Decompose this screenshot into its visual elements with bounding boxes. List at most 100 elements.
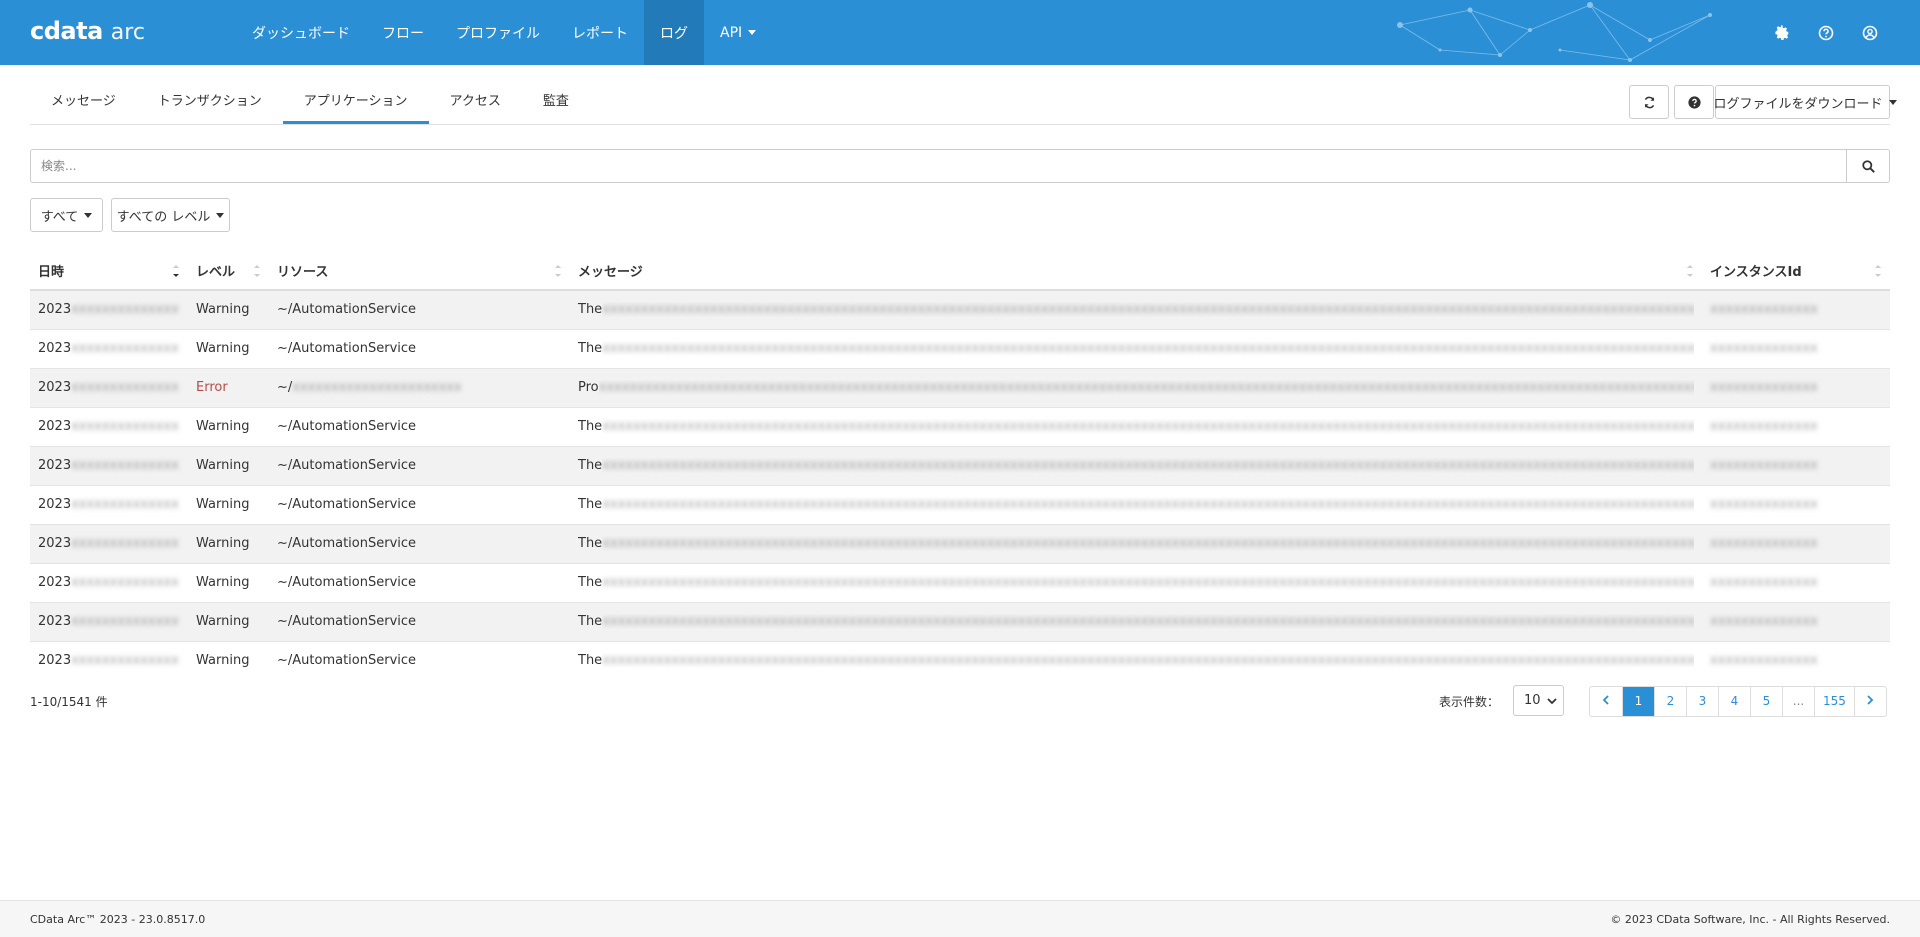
table-row[interactable]: 2023xxxxxxxxxxxxxx Warning ~/AutomationSer… [30, 523, 1890, 563]
column-header-label: 日時 [38, 265, 65, 280]
nav-label: ログ [660, 25, 688, 42]
column-header-message[interactable]: メッセージ [570, 252, 1702, 291]
date-text: 2023 [38, 380, 72, 395]
level-text: Warning [196, 653, 250, 669]
nav-item-dashboard[interactable]: ダッシュボード [236, 0, 366, 65]
message-text: The [578, 341, 603, 356]
table-row[interactable]: 2023xxxxxxxxxxxxxx Warning ~/AutomationSer… [30, 562, 1890, 602]
search-button[interactable] [1846, 150, 1889, 182]
footer-version: CData Arc™ 2023 - 23.0.8517.0 [30, 913, 206, 926]
tab-audit[interactable]: 監査 [522, 86, 590, 124]
help-icon[interactable] [1816, 23, 1836, 43]
redacted-text: xxxxxxxxxxxxxx [71, 302, 179, 318]
level-filter-dropdown[interactable]: すべての レベル [111, 198, 230, 232]
pagination: 1 2 3 4 5... 155 [1589, 686, 1887, 717]
date-text: 2023 [38, 575, 72, 590]
scope-filter-dropdown[interactable]: すべて [30, 198, 103, 232]
date-text: 2023 [38, 341, 72, 356]
refresh-icon [1644, 96, 1654, 108]
cell-resource: ~/AutomationService [269, 289, 570, 329]
nav-item-profile[interactable]: プロファイル [440, 0, 556, 65]
redacted-text: xxxxxxxxxxxxxx [1710, 380, 1818, 395]
column-header-label: リソース [277, 265, 329, 280]
user-icon[interactable] [1860, 23, 1880, 43]
tab-messages[interactable]: メッセージ [30, 86, 137, 124]
date-text: 2023 [38, 302, 72, 318]
redacted-text: xxxxxxxxxxxxxxxxxxxxxxxxxxxxxxxxxxxxxxxx… [602, 497, 1694, 512]
cell-message: The xxxxxxxxxxxxxxxxxxxxxxxxxxxxxxxxxxxxx… [570, 328, 1702, 368]
resource-text: ~/AutomationService [277, 497, 417, 512]
prev-page-button[interactable] [1590, 687, 1622, 716]
table-row[interactable]: 2023xxxxxxxxxxxxxx Warning ~/AutomationSer… [30, 406, 1890, 446]
cell-instance: xxxxxxxxxxxxxx [1702, 484, 1890, 524]
sort-icon [1875, 265, 1881, 277]
cell-message: The xxxxxxxxxxxxxxxxxxxxxxxxxxxxxxxxxxxxx… [570, 289, 1702, 329]
level-text: Warning [196, 614, 250, 629]
result-count: 1-10/1541 件 [30, 695, 108, 709]
table-body: 2023xxxxxxxxxxxxxx Warning ~/AutomationSer… [30, 289, 1890, 680]
refresh-button[interactable] [1629, 85, 1669, 119]
resource-text: ~/AutomationService [277, 614, 417, 629]
resource-text: ~/AutomationService [277, 653, 417, 669]
table-row[interactable]: 2023xxxxxxxxxxxxxx Warning ~/AutomationSer… [30, 640, 1890, 680]
page-button[interactable]: 155 [1814, 687, 1854, 716]
chevron-left-icon [1602, 695, 1609, 705]
redacted-text: xxxxxxxxxxxxxx [1710, 536, 1818, 551]
table-row[interactable]: 2023xxxxxxxxxxxxxx Warning ~/AutomationSer… [30, 601, 1890, 641]
tab-transactions[interactable]: トランザクション [137, 86, 283, 124]
nav-label: フロー [382, 25, 424, 42]
column-header-resource[interactable]: リソース [269, 252, 570, 291]
page-button[interactable]: 4 [1718, 687, 1750, 716]
table-row[interactable]: 2023xxxxxxxxxxxxxx Warning ~/AutomationSer… [30, 328, 1890, 368]
cell-date: 2023xxxxxxxxxxxxxx [30, 640, 188, 680]
table-row[interactable]: 2023xxxxxxxxxxxxxx Warning ~/AutomationSer… [30, 289, 1890, 329]
chevron-right-icon [1867, 695, 1874, 705]
download-logfile-button[interactable]: ログファイルをダウンロード [1714, 85, 1897, 119]
column-header-date[interactable]: 日時 [30, 252, 188, 291]
cell-date: 2023xxxxxxxxxxxxxx [30, 406, 188, 446]
page-button[interactable]: 3 [1686, 687, 1718, 716]
cell-instance: xxxxxxxxxxxxxx [1702, 406, 1890, 446]
message-text: The [578, 614, 603, 629]
sort-icon [1687, 265, 1693, 277]
level-text: Error [196, 380, 228, 395]
resource-text: ~/ [277, 380, 293, 395]
redacted-text: xxxxxxxxxxxxxxxxxxxxxxxxxxxxxxxxxxxxxxxx… [602, 341, 1694, 356]
table-row[interactable]: 2023xxxxxxxxxxxxxx Error ~/xxxxxxxxxxxxxxx… [30, 367, 1890, 407]
level-text: Warning [196, 302, 250, 318]
redacted-text: xxxxxxxxxxxxxx [1710, 302, 1818, 318]
nav-item-api[interactable]: API [704, 0, 772, 65]
tab-application[interactable]: アプリケーション [282, 86, 429, 124]
redacted-text: xxxxxxxxxxxxxxxxxxxxxxxxxxxxxxxxxxxxxxxx… [602, 653, 1694, 669]
top-navbar: cdata arc ダッシュボード フロー プロファイル レポート ログ API [0, 0, 1920, 65]
gear-icon[interactable] [1772, 23, 1792, 43]
table-row[interactable]: 2023xxxxxxxxxxxxxx Warning ~/AutomationSer… [30, 445, 1890, 485]
nav-label: レポート [572, 25, 628, 42]
next-page-button[interactable] [1853, 687, 1886, 716]
column-header-instance[interactable]: インスタンスId [1702, 252, 1890, 291]
help-button[interactable] [1674, 85, 1714, 119]
sort-desc-icon [173, 265, 179, 277]
cell-message: The xxxxxxxxxxxxxxxxxxxxxxxxxxxxxxxxxxxxx… [570, 562, 1702, 602]
top-icons [1772, 0, 1880, 65]
tabs-divider [30, 124, 1890, 125]
search-icon [1861, 159, 1875, 173]
app-logo[interactable]: cdata arc [30, 17, 145, 47]
page-button[interactable]: 1 [1622, 687, 1654, 716]
column-header-level[interactable]: レベル [188, 252, 269, 291]
redacted-text: xxxxxxxxxxxxxx [71, 575, 179, 590]
page-button[interactable]: 2 [1654, 687, 1686, 716]
table-row[interactable]: 2023xxxxxxxxxxxxxx Warning ~/AutomationSer… [30, 484, 1890, 524]
nav-item-logs[interactable]: ログ [644, 0, 704, 65]
resource-text: ~/AutomationService [277, 341, 417, 356]
page-size-select[interactable]: 10 [1513, 685, 1564, 716]
cell-instance: xxxxxxxxxxxxxx [1702, 289, 1890, 329]
cell-instance: xxxxxxxxxxxxxx [1702, 523, 1890, 563]
search-input[interactable] [31, 150, 1846, 182]
nav-item-flows[interactable]: フロー [366, 0, 440, 65]
tab-access[interactable]: アクセス [429, 86, 522, 124]
nav-item-reports[interactable]: レポート [556, 0, 644, 65]
page-button[interactable]: 5 [1750, 687, 1782, 716]
cell-level: Warning [188, 289, 269, 329]
resource-text: ~/AutomationService [277, 536, 417, 551]
